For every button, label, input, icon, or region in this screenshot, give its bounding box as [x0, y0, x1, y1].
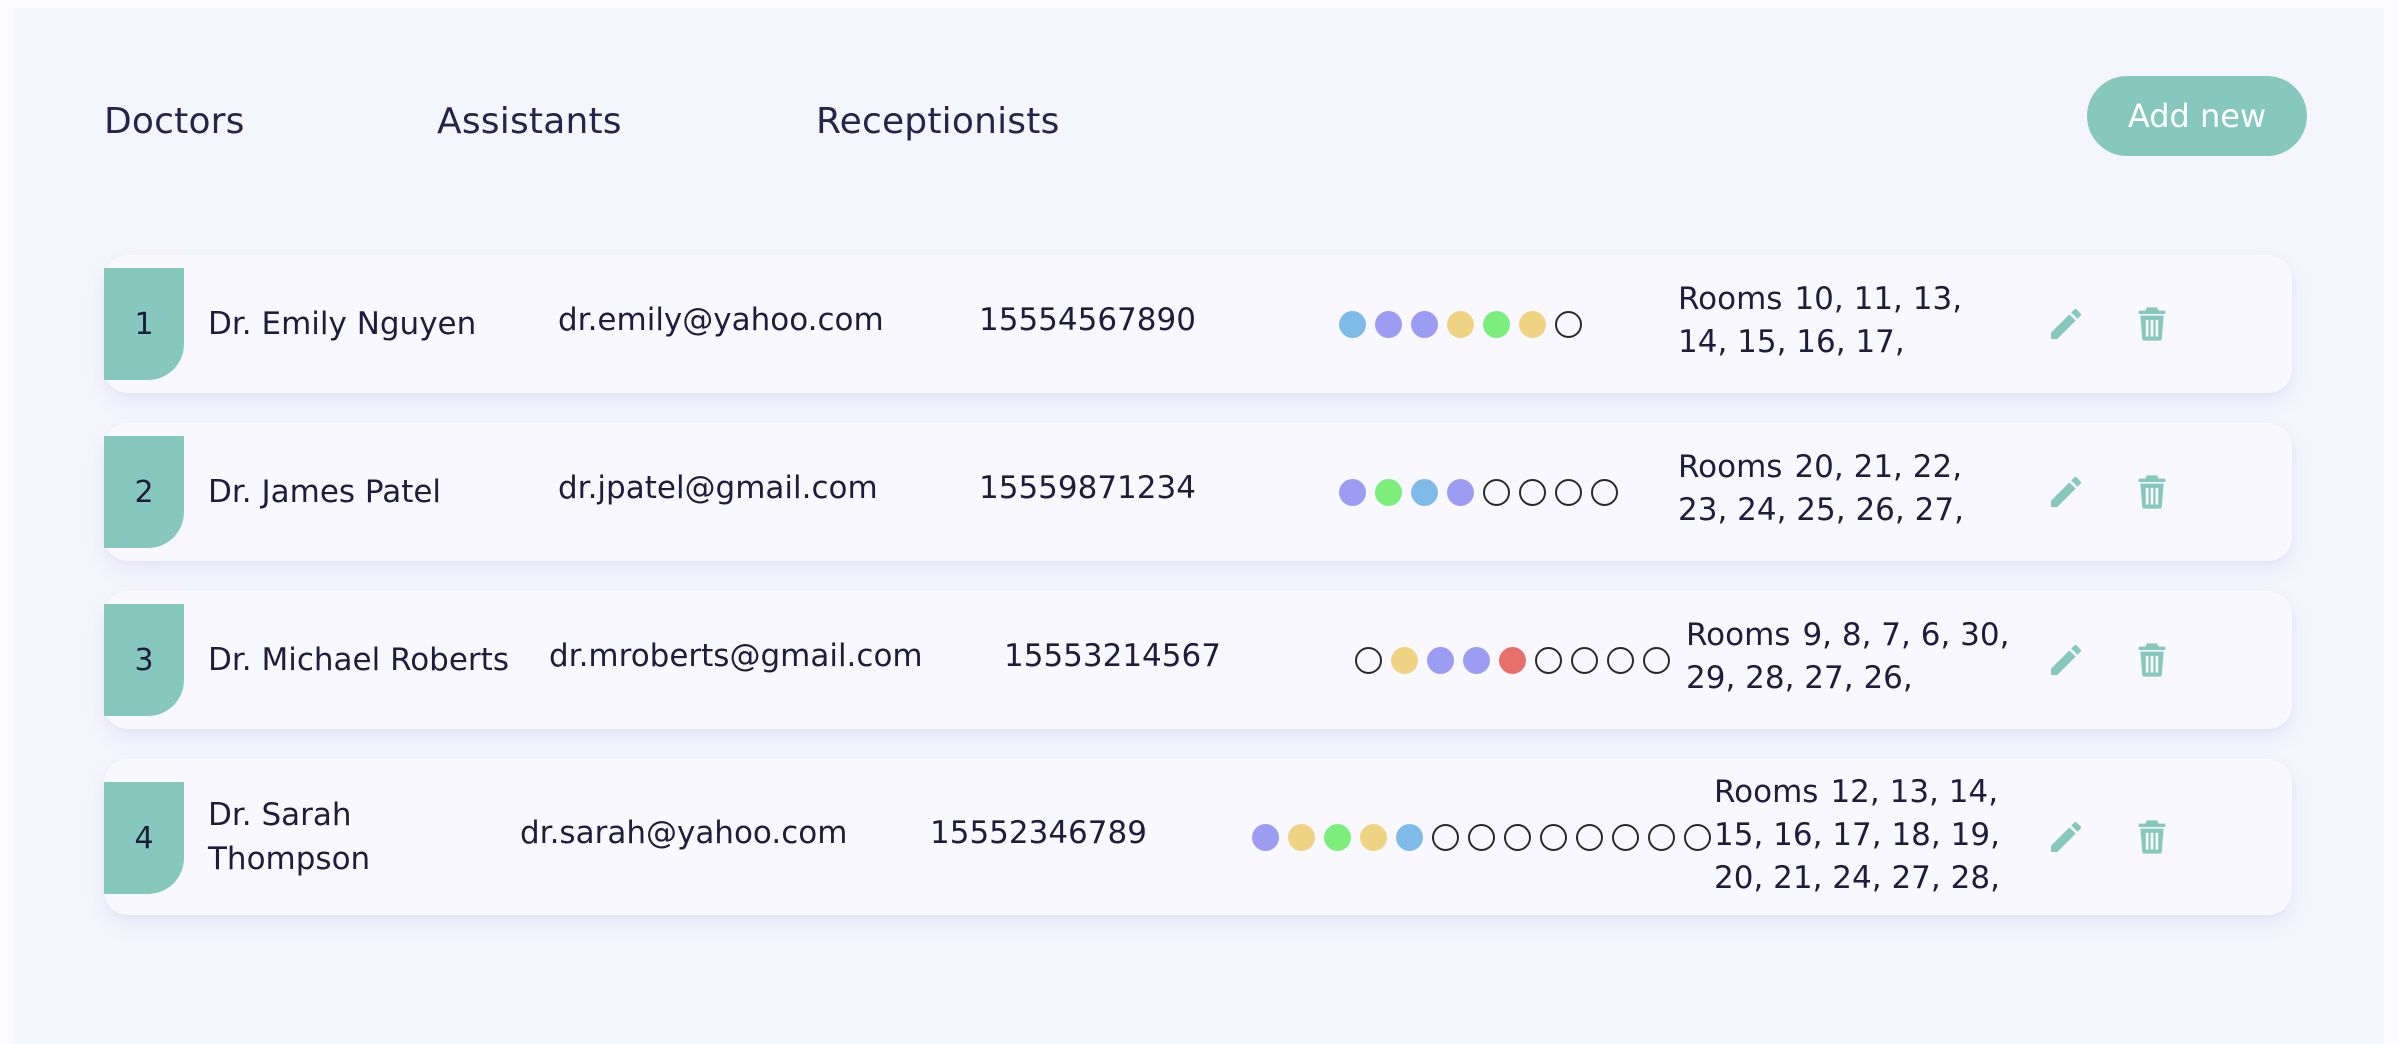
status-dot-empty	[1684, 824, 1711, 851]
status-dot-yellow	[1391, 647, 1418, 674]
status-dot-purple	[1339, 479, 1366, 506]
tab-assistants[interactable]: Assistants	[437, 101, 622, 142]
doctor-phone: 15554567890	[979, 302, 1196, 338]
status-dot-empty	[1432, 824, 1459, 851]
status-dot-empty	[1612, 824, 1639, 851]
tab-receptionists[interactable]: Receptionists	[816, 101, 1060, 142]
status-dot-empty	[1555, 479, 1582, 506]
pencil-icon[interactable]	[2046, 472, 2086, 512]
doctor-email: dr.emily@yahoo.com	[558, 302, 884, 338]
schedule-dots	[1339, 479, 1618, 506]
status-dot-purple	[1252, 824, 1279, 851]
status-dot-empty	[1648, 824, 1675, 851]
rooms-list: Rooms 12, 13, 14, 15, 16, 17, 18, 19, 20,…	[1714, 771, 2034, 900]
doctor-phone: 15559871234	[979, 470, 1196, 506]
schedule-dots	[1339, 311, 1582, 338]
tab-doctors[interactable]: Doctors	[104, 101, 245, 142]
pencil-icon[interactable]	[2046, 640, 2086, 680]
status-dot-empty	[1519, 479, 1546, 506]
status-dot-purple	[1375, 311, 1402, 338]
status-dot-empty	[1535, 647, 1562, 674]
schedule-dots	[1355, 647, 1670, 674]
doctor-phone: 15553214567	[1004, 638, 1221, 674]
doctor-name: Dr. James Patel	[208, 474, 442, 510]
status-dot-empty	[1540, 824, 1567, 851]
trash-icon[interactable]	[2132, 304, 2172, 344]
rooms-label: Rooms	[1678, 281, 1783, 317]
pencil-icon[interactable]	[2046, 304, 2086, 344]
status-dot-purple	[1427, 647, 1454, 674]
status-dot-empty	[1576, 824, 1603, 851]
doctor-email: dr.jpatel@gmail.com	[558, 470, 878, 506]
doctor-name: Dr. Sarah Thompson	[208, 797, 371, 877]
rooms-label: Rooms	[1678, 449, 1783, 485]
status-dot-empty	[1591, 479, 1618, 506]
status-dot-empty	[1643, 647, 1670, 674]
doctor-name: Dr. Emily Nguyen	[208, 306, 477, 342]
doctor-name: Dr. Michael Roberts	[208, 642, 509, 678]
rooms-list: Rooms 10, 11, 13, 14, 15, 16, 17,	[1678, 278, 2018, 364]
status-dot-empty	[1504, 824, 1531, 851]
status-dot-empty	[1468, 824, 1495, 851]
status-dot-yellow	[1447, 311, 1474, 338]
status-dot-yellow	[1360, 824, 1387, 851]
row-number-badge: 3	[104, 604, 184, 716]
status-dot-red	[1499, 647, 1526, 674]
status-dot-purple	[1463, 647, 1490, 674]
status-dot-green	[1324, 824, 1351, 851]
rooms-list: Rooms 9, 8, 7, 6, 30, 29, 28, 27, 26,	[1686, 614, 2026, 700]
status-dot-yellow	[1519, 311, 1546, 338]
status-dot-blue	[1411, 479, 1438, 506]
rooms-list: Rooms 20, 21, 22, 23, 24, 25, 26, 27,	[1678, 446, 2018, 532]
table-row: 2 Dr. James Patel dr.jpatel@gmail.com 15…	[104, 423, 2292, 561]
status-dot-empty	[1571, 647, 1598, 674]
table-row: 3 Dr. Michael Roberts dr.mroberts@gmail.…	[104, 591, 2292, 729]
doctor-phone: 15552346789	[930, 815, 1147, 851]
table-row: 1 Dr. Emily Nguyen dr.emily@yahoo.com 15…	[104, 255, 2292, 393]
trash-icon[interactable]	[2132, 640, 2172, 680]
status-dot-green	[1483, 311, 1510, 338]
status-dot-blue	[1339, 311, 1366, 338]
row-number-badge: 1	[104, 268, 184, 380]
doctor-email: dr.sarah@yahoo.com	[520, 815, 848, 851]
status-dot-empty	[1607, 647, 1634, 674]
trash-icon[interactable]	[2132, 817, 2172, 857]
schedule-dots	[1252, 824, 1711, 851]
status-dot-empty	[1555, 311, 1582, 338]
status-dot-purple	[1447, 479, 1474, 506]
status-dot-empty	[1355, 647, 1382, 674]
row-number-badge: 4	[104, 782, 184, 894]
status-dot-blue	[1396, 824, 1423, 851]
trash-icon[interactable]	[2132, 472, 2172, 512]
pencil-icon[interactable]	[2046, 817, 2086, 857]
doctor-email: dr.mroberts@gmail.com	[549, 638, 923, 674]
rooms-label: Rooms	[1686, 617, 1791, 653]
status-dot-empty	[1483, 479, 1510, 506]
status-dot-purple	[1411, 311, 1438, 338]
status-dot-green	[1375, 479, 1402, 506]
row-number-badge: 2	[104, 436, 184, 548]
status-dot-yellow	[1288, 824, 1315, 851]
rooms-label: Rooms	[1714, 774, 1819, 810]
table-row: 4 Dr. Sarah Thompson dr.sarah@yahoo.com …	[104, 759, 2292, 915]
add-new-button[interactable]: Add new	[2087, 76, 2307, 156]
